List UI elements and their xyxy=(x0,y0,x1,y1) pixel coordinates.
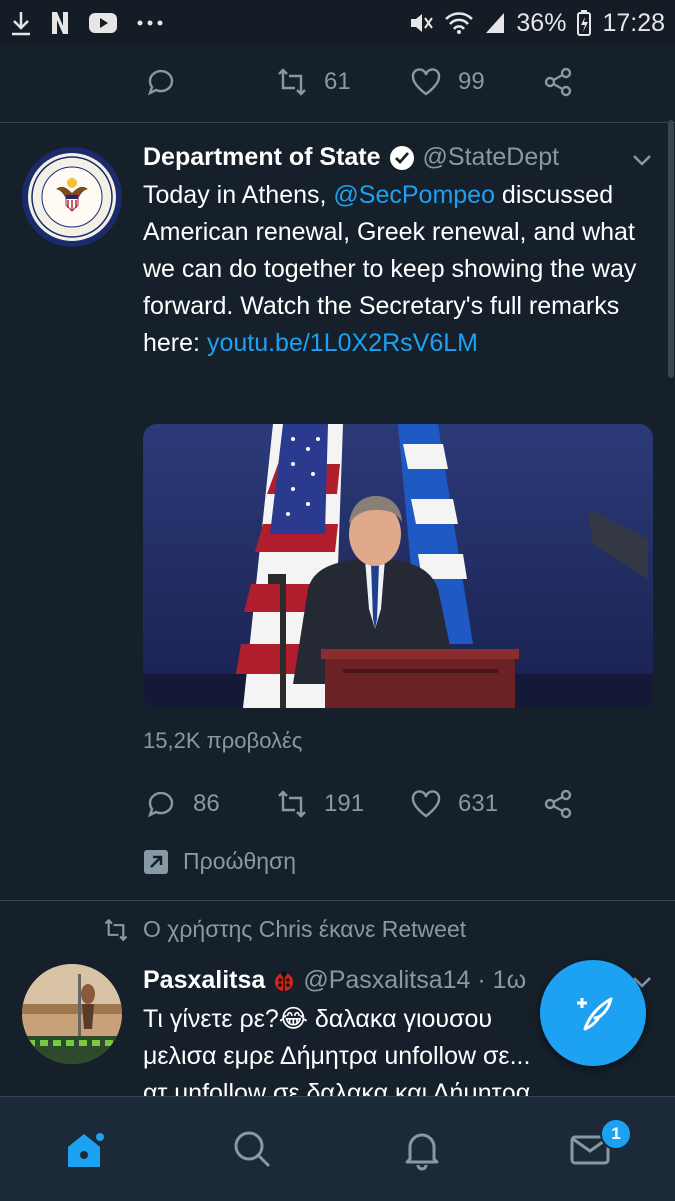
tweet-header: Pasxalitsa @Pasxalitsa14 · 1ω xyxy=(143,966,526,995)
compose-feather-icon xyxy=(577,997,613,1031)
author-name[interactable]: Department of State xyxy=(143,143,381,172)
tweet-actions: 86 191 631 xyxy=(0,788,675,828)
search-icon[interactable] xyxy=(230,1127,274,1171)
prev-tweet-actions: 61 99 xyxy=(0,66,675,106)
seal-logo xyxy=(22,147,122,247)
wifi-icon xyxy=(444,11,474,35)
tweet-line: ατ unfollow σε δαλακα και Δήμητρα xyxy=(143,1079,531,1096)
retweeted-by[interactable]: Ο χρήστης Chris έκανε Retweet xyxy=(103,916,466,943)
view-count: 15,2K προβολές xyxy=(143,728,303,753)
promote-label: Προώθηση xyxy=(183,848,297,874)
retweet-count: 191 xyxy=(324,790,365,817)
chevron-down-icon[interactable] xyxy=(630,148,654,172)
reply-button[interactable] xyxy=(145,66,177,98)
retweet-icon xyxy=(104,918,128,941)
youtube-icon xyxy=(88,12,118,34)
download-icon xyxy=(10,10,32,36)
speech-video-image xyxy=(143,424,653,708)
reply-button[interactable]: 86 xyxy=(145,788,220,820)
battery-percent: 36% xyxy=(516,8,567,37)
author-name[interactable]: Pasxalitsa xyxy=(143,966,265,995)
podium xyxy=(321,649,519,708)
compose-tweet-button[interactable] xyxy=(540,960,646,1066)
video-thumbnail[interactable] xyxy=(143,424,653,708)
messages-badge: 1 xyxy=(600,1118,632,1150)
share-icon xyxy=(544,67,572,97)
like-count: 99 xyxy=(458,68,485,95)
promote-button[interactable]: Προώθηση xyxy=(143,848,296,875)
mute-icon xyxy=(408,10,434,36)
netflix-icon xyxy=(50,10,70,36)
reply-count: 86 xyxy=(193,790,220,817)
retweet-icon xyxy=(278,68,306,96)
author-handle[interactable]: @StateDept xyxy=(423,143,560,172)
retweet-count: 61 xyxy=(324,68,351,95)
clock: 17:28 xyxy=(602,8,665,37)
reply-icon xyxy=(147,791,174,818)
author-handle[interactable]: @Pasxalitsa14 · 1ω xyxy=(303,966,526,995)
notifications-icon[interactable] xyxy=(400,1127,444,1171)
battery-icon xyxy=(576,9,592,37)
home-icon[interactable] xyxy=(62,1127,106,1171)
promote-icon xyxy=(144,849,168,874)
heart-icon xyxy=(411,68,441,96)
reply-icon xyxy=(147,69,174,96)
retweeted-by-text: Ο χρήστης Chris έκανε Retweet xyxy=(143,916,467,942)
share-icon xyxy=(544,789,572,819)
avatar[interactable] xyxy=(22,147,122,247)
like-button[interactable]: 631 xyxy=(410,788,498,820)
tweet-divider xyxy=(0,900,675,901)
signal-icon xyxy=(484,11,506,35)
bottom-nav xyxy=(0,1096,675,1201)
avatar[interactable] xyxy=(22,964,122,1064)
tweet-header: Department of State @StateDept xyxy=(143,143,559,172)
like-button[interactable]: 99 xyxy=(410,66,485,98)
ladybug-icon xyxy=(275,970,294,991)
tweet-divider xyxy=(0,122,675,123)
more-dots-icon xyxy=(136,19,164,27)
verified-badge-icon xyxy=(389,145,414,170)
scrollbar[interactable] xyxy=(668,120,674,378)
tweet-body: Today in Athens, @SecPompeo discussed Am… xyxy=(143,177,653,362)
avatar-photo xyxy=(22,964,122,1064)
status-bar: 36% 17:28 xyxy=(0,0,675,46)
tweet-text-start: Today in Athens, xyxy=(143,181,334,209)
share-button[interactable] xyxy=(542,788,574,820)
share-button[interactable] xyxy=(542,66,574,98)
heart-icon xyxy=(411,790,441,818)
like-count: 631 xyxy=(458,790,499,817)
retweet-button[interactable]: 191 xyxy=(276,788,364,820)
retweet-button[interactable]: 61 xyxy=(276,66,351,98)
retweet-icon xyxy=(278,790,306,818)
mention-link[interactable]: @SecPompeo xyxy=(333,181,495,209)
youtube-link[interactable]: youtu.be/1L0X2RsV6LM xyxy=(207,329,478,357)
